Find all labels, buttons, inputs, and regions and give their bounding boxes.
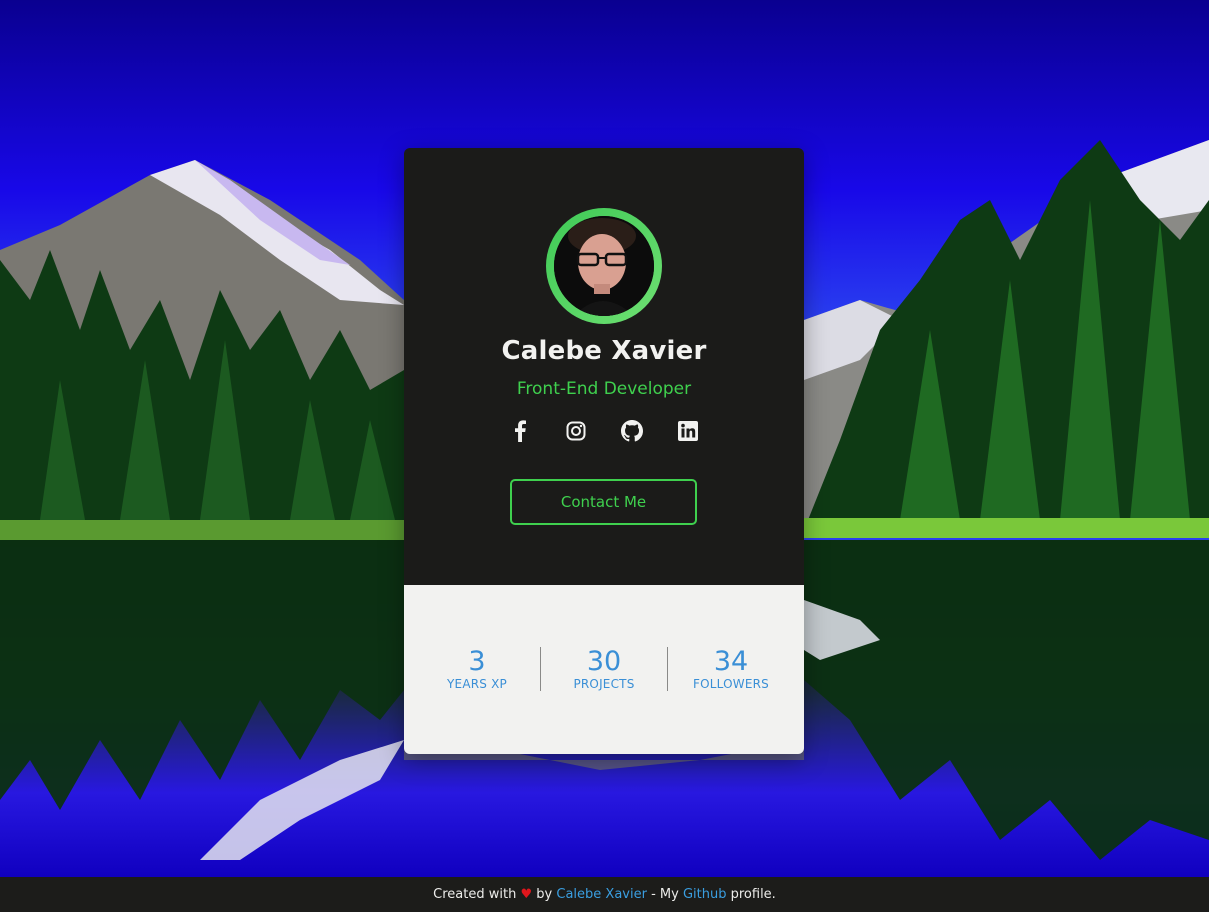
- page-footer: Created with ♥ by Calebe Xavier - My Git…: [0, 877, 1209, 912]
- footer-middle: - My: [651, 887, 679, 902]
- stat-projects: 30 PROJECTS: [540, 647, 667, 691]
- profile-stats-panel: 3 YEARS XP 30 PROJECTS 34 FOLLOWERS: [404, 585, 804, 754]
- profile-card: Calebe Xavier Front-End Developer Contac…: [404, 148, 804, 754]
- stat-followers: 34 FOLLOWERS: [667, 647, 794, 691]
- stats-row: 3 YEARS XP 30 PROJECTS 34 FOLLOWERS: [414, 647, 794, 691]
- github-profile-link[interactable]: Github: [683, 887, 727, 902]
- stat-value: 3: [468, 646, 486, 677]
- heart-icon: ♥: [520, 887, 533, 902]
- author-link[interactable]: Calebe Xavier: [556, 887, 647, 902]
- stat-label: PROJECTS: [573, 677, 635, 691]
- facebook-icon[interactable]: [509, 420, 531, 442]
- avatar: [554, 216, 654, 316]
- profile-role: Front-End Developer: [516, 379, 692, 399]
- contact-me-button[interactable]: Contact Me: [510, 479, 697, 525]
- linkedin-icon[interactable]: [677, 420, 699, 442]
- stat-value: 30: [586, 646, 622, 677]
- avatar-ring: [546, 208, 662, 324]
- footer-suffix: profile.: [730, 887, 776, 902]
- github-icon[interactable]: [621, 420, 643, 442]
- social-links: [404, 420, 804, 442]
- profile-card-header: Calebe Xavier Front-End Developer Contac…: [404, 148, 804, 585]
- instagram-icon[interactable]: [565, 420, 587, 442]
- stat-value: 34: [713, 646, 749, 677]
- stat-label: YEARS XP: [447, 677, 507, 691]
- footer-by: by: [536, 887, 553, 902]
- avatar-portrait: [554, 216, 654, 316]
- stat-label: FOLLOWERS: [693, 677, 769, 691]
- profile-name: Calebe Xavier: [501, 336, 707, 366]
- footer-prefix: Created with: [433, 887, 517, 902]
- stat-years-xp: 3 YEARS XP: [414, 646, 540, 692]
